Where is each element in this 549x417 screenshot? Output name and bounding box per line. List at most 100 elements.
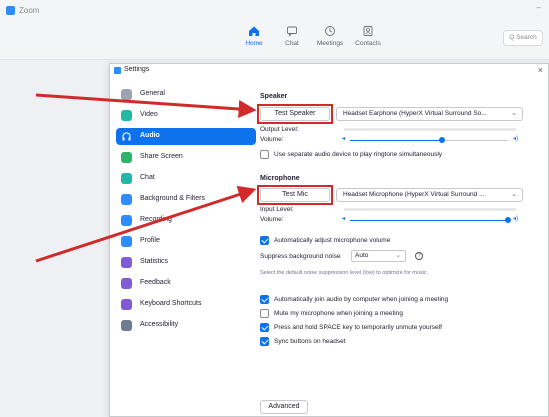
- auto-join-audio-label: Automatically join audio by computer whe…: [274, 296, 449, 303]
- nav-meetings[interactable]: Meetings: [310, 25, 350, 47]
- home-icon: [249, 26, 259, 36]
- sync-headset-buttons-label: Sync buttons on headset: [274, 338, 346, 345]
- speaker-device-select[interactable]: Headset Earphone (HyperX Virtual Surroun…: [336, 107, 523, 121]
- mic-volume-fill: [350, 220, 508, 221]
- mute-mic-on-join-checkbox[interactable]: [260, 309, 269, 318]
- space-to-unmute-checkbox-row[interactable]: Press and hold SPACE key to temporarily …: [260, 323, 540, 333]
- output-level-label: Output Level:: [260, 126, 299, 133]
- chevron-down-icon: ⌄: [511, 110, 517, 117]
- sidebar-item-general[interactable]: General: [116, 86, 256, 103]
- help-icon[interactable]: ?: [415, 252, 423, 260]
- mute-mic-on-join-checkbox-row[interactable]: Mute my microphone when joining a meetin…: [260, 309, 540, 319]
- zoom-window-title: Zoom: [19, 6, 40, 15]
- input-level-label: Input Level:: [260, 206, 294, 213]
- sidebar-item-label: General: [140, 90, 165, 97]
- sidebar-item-label: Accessibility: [140, 321, 179, 328]
- profile-icon: [121, 236, 132, 247]
- separate-ringtone-label: Use separate audio device to play ringto…: [274, 151, 443, 158]
- nav-contacts[interactable]: Contacts: [348, 25, 388, 47]
- sync-headset-buttons-checkbox[interactable]: [260, 337, 269, 346]
- speaker-device-value: Headset Earphone (HyperX Virtual Surroun…: [343, 110, 487, 117]
- gear-icon: [121, 89, 132, 100]
- share-screen-icon: [121, 152, 132, 163]
- sidebar-item-video[interactable]: Video: [116, 107, 256, 124]
- chat-bubble-icon: [121, 173, 132, 184]
- noise-suppression-value: Auto: [355, 252, 369, 259]
- sidebar-item-profile[interactable]: Profile: [116, 233, 256, 250]
- sidebar-item-background[interactable]: Background & Filters: [116, 191, 256, 208]
- advanced-button[interactable]: Advanced: [260, 400, 308, 414]
- sidebar-item-label: Statistics: [140, 258, 169, 265]
- settings-title: Settings: [124, 66, 150, 73]
- auto-join-audio-checkbox[interactable]: [260, 295, 269, 304]
- sidebar-item-label: Share Screen: [140, 153, 183, 160]
- audio-settings-panel: Speaker Test Speaker Headset Earphone (H…: [257, 78, 544, 416]
- sidebar-item-label: Feedback: [140, 279, 171, 286]
- space-to-unmute-checkbox[interactable]: [260, 323, 269, 332]
- nav-chat-label: Chat: [285, 40, 299, 47]
- chevron-down-icon: ⌄: [395, 252, 401, 259]
- sidebar-item-label: Profile: [140, 237, 160, 244]
- volume-low-icon: ◂: [342, 136, 346, 142]
- sidebar-item-feedback[interactable]: Feedback: [116, 275, 256, 292]
- mic-volume-label: Volume:: [260, 216, 284, 223]
- auto-adjust-checkbox-row[interactable]: Automatically adjust microphone volume: [260, 236, 540, 246]
- speaker-volume-slider[interactable]: [438, 137, 445, 143]
- mic-volume-slider[interactable]: [505, 217, 511, 223]
- sidebar-item-label: Video: [140, 111, 158, 118]
- settings-titlebar: Settings ×: [110, 64, 548, 76]
- headphones-icon: [122, 132, 131, 141]
- space-to-unmute-label: Press and hold SPACE key to temporarily …: [274, 324, 442, 331]
- contacts-icon: [363, 26, 373, 36]
- speaker-volume-track: [441, 140, 508, 141]
- nav-meetings-label: Meetings: [316, 40, 344, 47]
- sidebar-item-label: Audio: [140, 132, 160, 139]
- sidebar-item-label: Keyboard Shortcuts: [140, 300, 202, 307]
- microphone-device-select[interactable]: Headset Microphone (HyperX Virtual Surro…: [336, 188, 523, 202]
- minimize-button[interactable]: –: [537, 3, 541, 12]
- sidebar-item-statistics[interactable]: Statistics: [116, 254, 256, 271]
- separate-ringtone-checkbox-row[interactable]: Use separate audio device to play ringto…: [260, 150, 540, 160]
- speaker-volume-fill: [350, 140, 442, 141]
- clock-icon: [325, 26, 335, 36]
- auto-adjust-label: Automatically adjust microphone volume: [274, 237, 391, 244]
- keyboard-icon: [121, 299, 132, 310]
- input-level-meter: [344, 208, 516, 211]
- sync-headset-buttons-checkbox-row[interactable]: Sync buttons on headset: [260, 337, 540, 347]
- sidebar-item-accessibility[interactable]: Accessibility: [116, 317, 256, 334]
- mute-mic-on-join-label: Mute my microphone when joining a meetin…: [274, 310, 403, 317]
- noise-suppression-select[interactable]: Auto ⌄: [351, 250, 406, 262]
- settings-window: Settings × General Video Audio Share Scr…: [109, 63, 549, 417]
- chevron-down-icon: ⌄: [511, 191, 517, 198]
- main-navbar: Home Chat Meetings Contacts Q Search: [0, 20, 549, 60]
- recording-icon: [121, 215, 132, 226]
- separate-ringtone-checkbox[interactable]: [260, 150, 269, 159]
- output-level-meter: [344, 128, 516, 131]
- chat-icon: [287, 26, 297, 37]
- background-icon: [121, 194, 132, 205]
- statistics-icon: [121, 257, 132, 268]
- mic-highlight-box: [257, 185, 333, 205]
- sidebar-item-share-screen[interactable]: Share Screen: [116, 149, 256, 166]
- sidebar-item-recording[interactable]: Recording: [116, 212, 256, 229]
- sidebar-item-keyboard-shortcuts[interactable]: Keyboard Shortcuts: [116, 296, 256, 313]
- settings-logo-icon: [114, 67, 121, 74]
- video-camera-icon: [121, 110, 132, 121]
- zoom-logo-icon: [6, 6, 15, 15]
- sidebar-item-chat[interactable]: Chat: [116, 170, 256, 187]
- volume-high-icon: ◂): [513, 136, 519, 142]
- speaker-volume-label: Volume:: [260, 136, 284, 143]
- close-icon[interactable]: ×: [538, 65, 543, 75]
- feedback-icon: [121, 278, 132, 289]
- noise-suppression-hint: Select the default noise suppression lev…: [260, 270, 429, 276]
- sidebar-item-label: Recording: [140, 216, 172, 223]
- nav-contacts-label: Contacts: [355, 40, 381, 47]
- microphone-device-value: Headset Microphone (HyperX Virtual Surro…: [343, 191, 485, 198]
- speaker-heading: Speaker: [260, 93, 288, 100]
- sidebar-item-audio[interactable]: Audio: [116, 128, 256, 145]
- nav-home[interactable]: Home: [234, 25, 274, 47]
- auto-join-audio-checkbox-row[interactable]: Automatically join audio by computer whe…: [260, 295, 540, 305]
- nav-chat[interactable]: Chat: [272, 25, 312, 47]
- auto-adjust-checkbox[interactable]: [260, 236, 269, 245]
- search-button[interactable]: Q Search: [503, 30, 543, 46]
